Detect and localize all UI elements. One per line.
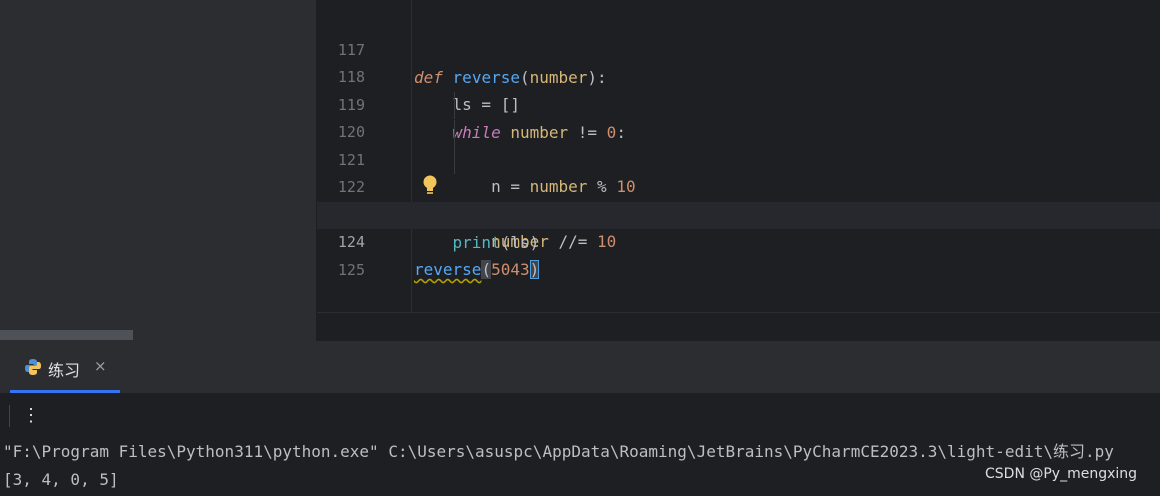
code-editor[interactable]: 117 def reverse(number): 118 ls = [] 119… [317,0,1160,341]
code-line-current[interactable]: 124 reverse(5043) [317,202,1160,279]
project-horizontal-scrollbar[interactable] [0,330,133,340]
editor-divider [317,312,1160,313]
paren-close: ) [529,260,540,279]
indent-guide [454,120,455,147]
code-line[interactable]: 125 [317,230,1160,279]
code-line[interactable]: 117 def reverse(number): [317,10,1160,87]
toolbar-separator [9,405,10,427]
tab-run[interactable]: 练习 × [10,341,120,393]
line-number: 125 [337,261,365,279]
code-line[interactable]: 122 number //= 10 [317,147,1160,251]
code-line[interactable]: 118 ls = [] [317,37,1160,114]
more-options-icon[interactable]: ⋮ [22,403,40,429]
literal-arg: 5043 [491,260,530,279]
indent-guide [454,147,455,174]
tab-run-label: 练习 [48,361,81,380]
pycharm-window: 117 def reverse(number): 118 ls = [] 119… [0,0,1160,496]
indent-guide [454,92,455,119]
call-reverse: reverse [414,260,482,279]
console-output-line: [3, 4, 0, 5] [3,470,119,489]
run-tool-window-header: 练习 × [0,341,1160,393]
paren-open: ( [481,260,492,279]
python-icon [25,359,41,375]
project-panel [0,0,316,341]
code-line[interactable]: 119 while number != 0: [317,65,1160,142]
code-line[interactable]: 120 n = number % 10 [317,92,1160,196]
console-command-line: "F:\Program Files\Python311\python.exe" … [3,442,1114,461]
code-content: reverse(5043) [414,256,540,283]
close-icon[interactable]: × [94,357,107,375]
code-line[interactable]: 123 print(ls) [317,175,1160,252]
code-line[interactable]: 121 ls.append(n) [317,120,1160,224]
lightbulb-icon[interactable] [421,174,439,196]
watermark: CSDN @Py_mengxing [985,466,1138,482]
